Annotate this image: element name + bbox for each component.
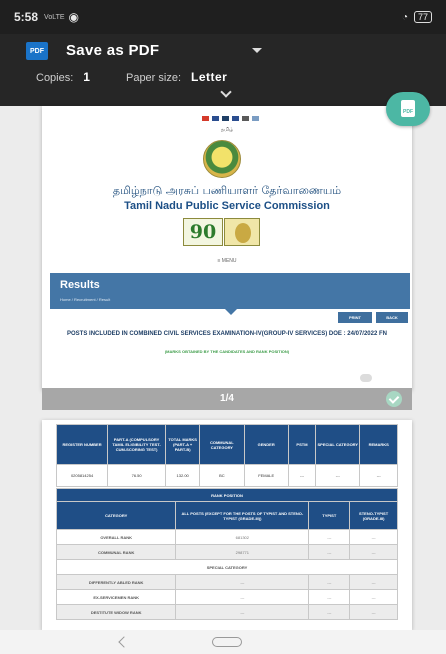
status-right: ◔ 77 bbox=[402, 11, 432, 23]
paper-size-label: Paper size: bbox=[125, 72, 182, 84]
col-all-posts: ALL POSTS (EXCEPT FOR THE POSTS OF TYPIS… bbox=[175, 501, 310, 530]
row-all-value: 681302 bbox=[175, 529, 310, 545]
row-typist-value: --- bbox=[308, 574, 351, 590]
menu-label: ≡ MENU bbox=[217, 258, 237, 264]
col-special-category: SPECIAL CATEGORY bbox=[315, 424, 361, 465]
row-steno-value: --- bbox=[349, 529, 398, 545]
register-number: 0205814254 bbox=[55, 464, 109, 487]
check-icon[interactable] bbox=[386, 391, 402, 407]
nav-back-icon[interactable] bbox=[118, 636, 130, 648]
print-options-summary: Copies: 1 Paper size: Letter bbox=[36, 70, 227, 84]
chevron-down-icon[interactable] bbox=[252, 48, 262, 53]
row-steno-value: --- bbox=[349, 589, 398, 605]
row-all-value: --- bbox=[175, 604, 310, 620]
paper-size-value: Letter bbox=[191, 70, 228, 84]
col-typist: TYPIST bbox=[308, 501, 351, 530]
row-typist-value: --- bbox=[308, 544, 351, 560]
signal-text: VoLTE bbox=[44, 13, 65, 21]
results-banner: Results Home / Recruitment / Result bbox=[50, 273, 410, 309]
row-typist-value: --- bbox=[308, 604, 351, 620]
table-row: COMMUNAL RANK 298771 --- --- bbox=[55, 544, 398, 560]
wifi-icon: ◔ bbox=[401, 11, 408, 23]
table-row: DIFFERENTLY ABLED RANK --- --- --- bbox=[55, 574, 398, 590]
color-strip bbox=[202, 116, 259, 121]
row-label: EX-SERVICEMEN RANK bbox=[55, 589, 177, 605]
gender: FEMALE bbox=[243, 464, 289, 487]
printer-select[interactable]: Save as PDF bbox=[66, 42, 159, 59]
breadcrumb: Home / Recruitment / Result bbox=[60, 297, 111, 302]
download-pdf-button[interactable]: PDF bbox=[386, 92, 430, 126]
pstm: --- bbox=[287, 464, 317, 487]
settings-dot-icon: ◉ bbox=[68, 10, 80, 24]
pdf-icon: PDF bbox=[26, 42, 48, 60]
tn-govt-logo-icon bbox=[224, 218, 260, 246]
preview-page-1[interactable]: தமிழ் தமிழ்நாடு அரசுப் பணியாளர் தேர்வாணை… bbox=[42, 106, 412, 390]
copies-label: Copies: bbox=[36, 72, 74, 84]
print-options-bar: PDF Save as PDF Copies: 1 Paper size: Le… bbox=[0, 34, 446, 106]
marks-note: (MARKS OBTAINED BY THE CANDIDATES AND RA… bbox=[164, 349, 290, 354]
row-typist-value: --- bbox=[308, 529, 351, 545]
tamil-org-name: தமிழ்நாடு அரசுப் பணியாளர் தேர்வாணையம் bbox=[112, 184, 342, 197]
language-link: தமிழ் bbox=[220, 127, 234, 133]
table-row: DESTITUTE WIDOW RANK --- --- --- bbox=[55, 604, 398, 620]
row-label: DESTITUTE WIDOW RANK bbox=[55, 604, 177, 620]
row-typist-value: --- bbox=[308, 589, 351, 605]
copies-value: 1 bbox=[83, 70, 90, 84]
preview-page-2[interactable]: REGISTER NUMBER PART-A (COMPULSORY TAMIL… bbox=[42, 420, 412, 630]
table-row: 0205814254 76.50 132.00 BC FEMALE --- --… bbox=[55, 464, 398, 487]
part-a-marks: 76.50 bbox=[107, 464, 167, 487]
col-remarks: REMARKS bbox=[359, 424, 398, 465]
rank-table: RANK POSITION CATEGORY ALL POSTS (EXCEPT… bbox=[55, 488, 398, 620]
system-nav-bar bbox=[0, 630, 446, 654]
back-button: BACK bbox=[376, 312, 408, 323]
row-all-value: 298771 bbox=[175, 544, 310, 560]
print-button: PRINT bbox=[338, 312, 372, 323]
remarks: --- bbox=[359, 464, 398, 487]
communal-category: BC bbox=[199, 464, 245, 487]
col-register-number: REGISTER NUMBER bbox=[55, 424, 109, 465]
special-category: --- bbox=[315, 464, 361, 487]
row-steno-value: --- bbox=[349, 574, 398, 590]
table-row: EX-SERVICEMEN RANK --- --- --- bbox=[55, 589, 398, 605]
col-total-marks: TOTAL MARKS (PART-A + PART-B) bbox=[165, 424, 201, 465]
special-category-header: SPECIAL CATEGORY bbox=[56, 559, 398, 575]
col-category: CATEGORY bbox=[55, 501, 177, 530]
marks-table: REGISTER NUMBER PART-A (COMPULSORY TAMIL… bbox=[55, 424, 398, 487]
row-all-value: --- bbox=[175, 574, 310, 590]
col-part-a: PART-A (COMPULSORY TAMIL ELIGIBILITY TES… bbox=[107, 424, 167, 465]
row-label: OVERALL RANK bbox=[55, 529, 177, 545]
col-steno-typist: STENO-TYPIST (GRADE-III) bbox=[349, 501, 398, 530]
banner-notch bbox=[225, 309, 237, 315]
row-label: DIFFERENTLY ABLED RANK bbox=[55, 574, 177, 590]
battery-level: 77 bbox=[413, 11, 432, 23]
row-label: COMMUNAL RANK bbox=[55, 544, 177, 560]
page-indicator-bar: 1/4 bbox=[42, 374, 412, 410]
col-pstm: PSTM bbox=[287, 424, 317, 465]
ninety-years-logo: 90 bbox=[183, 218, 223, 246]
row-steno-value: --- bbox=[349, 544, 398, 560]
col-communal-category: COMMUNAL CATEGORY bbox=[199, 424, 245, 465]
total-marks: 132.00 bbox=[165, 464, 201, 487]
row-all-value: --- bbox=[175, 589, 310, 605]
results-title: Results bbox=[60, 279, 100, 291]
tnpsc-emblem-icon bbox=[203, 140, 241, 178]
pdf-download-icon: PDF bbox=[401, 100, 415, 117]
table-row: OVERALL RANK 681302 --- --- bbox=[55, 529, 398, 545]
page-scroll-dot bbox=[360, 374, 372, 382]
nav-home-icon[interactable] bbox=[212, 637, 242, 647]
english-org-name: Tamil Nadu Public Service Commission bbox=[124, 200, 330, 212]
row-steno-value: --- bbox=[349, 604, 398, 620]
posts-heading: POSTS INCLUDED IN COMBINED CIVIL SERVICE… bbox=[67, 331, 387, 337]
page-count: 1/4 bbox=[220, 393, 234, 404]
expand-options-icon[interactable] bbox=[220, 86, 232, 98]
status-time: 5:58 bbox=[14, 10, 39, 24]
rank-position-header: RANK POSITION bbox=[56, 488, 398, 502]
col-gender: GENDER bbox=[243, 424, 289, 465]
status-bar: 5:58 VoLTE ◉ ◔ 77 bbox=[0, 0, 446, 34]
